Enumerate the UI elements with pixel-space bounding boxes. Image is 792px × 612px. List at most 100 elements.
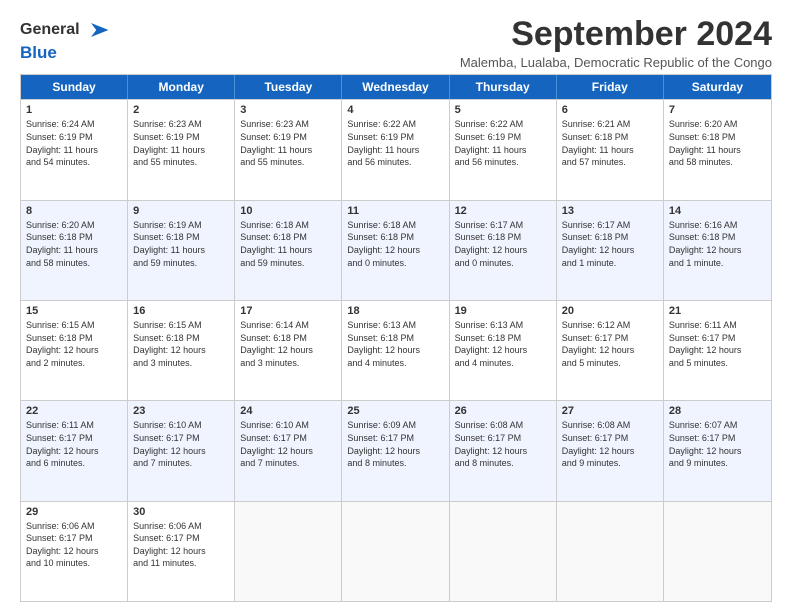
calendar-cell: 24Sunrise: 6:10 AM Sunset: 6:17 PM Dayli… [235,401,342,500]
calendar-cell: 16 Sunrise: 6:15 AM Sunset: 6:18 PM Dayli… [128,301,235,400]
cell-info: Sunrise: 6:21 AM Sunset: 6:18 PM Dayligh… [562,118,658,168]
day-number: 29 [26,506,122,518]
day-number: 20 [562,305,658,317]
calendar-cell: 8 Sunrise: 6:20 AM Sunset: 6:18 PM Daylig… [21,201,128,300]
calendar-row: 22 Sunrise: 6:11 AM Sunset: 6:17 PM Dayli… [21,400,771,500]
cell-info: Sunrise: 6:08 AM Sunset: 6:17 PM Dayligh… [562,419,658,469]
title-section: September 2024 Malemba, Lualaba, Democra… [460,16,772,70]
day-number: 25 [347,405,443,417]
calendar-cell: 19Sunrise: 6:13 AM Sunset: 6:18 PM Dayli… [450,301,557,400]
cell-info: Sunrise: 6:14 AM Sunset: 6:18 PM Dayligh… [240,319,336,369]
cell-info: Sunrise: 6:19 AM Sunset: 6:18 PM Dayligh… [133,219,229,269]
day-number: 15 [26,305,122,317]
cell-info: Sunrise: 6:20 AM Sunset: 6:18 PM Dayligh… [26,219,122,269]
calendar-cell: 6 Sunrise: 6:21 AM Sunset: 6:18 PM Daylig… [557,100,664,199]
day-number: 10 [240,205,336,217]
day-number: 14 [669,205,766,217]
cell-info: Sunrise: 6:17 AM Sunset: 6:18 PM Dayligh… [562,219,658,269]
cell-info: Sunrise: 6:23 AM Sunset: 6:19 PM Dayligh… [133,118,229,168]
subtitle: Malemba, Lualaba, Democratic Republic of… [460,55,772,70]
calendar-cell: 15 Sunrise: 6:15 AM Sunset: 6:18 PM Dayli… [21,301,128,400]
day-number: 7 [669,104,766,116]
calendar-cell: 23Sunrise: 6:10 AM Sunset: 6:17 PM Dayli… [128,401,235,500]
day-number: 3 [240,104,336,116]
calendar-cell: 12 Sunrise: 6:17 AM Sunset: 6:18 PM Dayli… [450,201,557,300]
calendar-cell: 5Sunrise: 6:22 AM Sunset: 6:19 PM Daylig… [450,100,557,199]
cell-info: Sunrise: 6:18 AM Sunset: 6:18 PM Dayligh… [240,219,336,269]
page: General Blue September 2024 Malemba, Lua… [0,0,792,612]
day-number: 17 [240,305,336,317]
day-number: 6 [562,104,658,116]
calendar-cell: 21 Sunrise: 6:11 AM Sunset: 6:17 PM Dayli… [664,301,771,400]
calendar-cell: 1Sunrise: 6:24 AM Sunset: 6:19 PM Daylig… [21,100,128,199]
calendar-cell: 11Sunrise: 6:18 AM Sunset: 6:18 PM Dayli… [342,201,449,300]
logo-text-general: General [20,21,80,39]
day-number: 22 [26,405,122,417]
cell-info: Sunrise: 6:09 AM Sunset: 6:17 PM Dayligh… [347,419,443,469]
cell-info: Sunrise: 6:22 AM Sunset: 6:19 PM Dayligh… [347,118,443,168]
calendar-cell [450,502,557,601]
cell-info: Sunrise: 6:17 AM Sunset: 6:18 PM Dayligh… [455,219,551,269]
header: General Blue September 2024 Malemba, Lua… [20,16,772,70]
calendar-cell: 2 Sunrise: 6:23 AM Sunset: 6:19 PM Daylig… [128,100,235,199]
month-title: September 2024 [460,16,772,53]
calendar-row: 29 Sunrise: 6:06 AM Sunset: 6:17 PM Dayli… [21,501,771,601]
day-number: 19 [455,305,551,317]
cell-info: Sunrise: 6:10 AM Sunset: 6:17 PM Dayligh… [240,419,336,469]
calendar-cell: 25 Sunrise: 6:09 AM Sunset: 6:17 PM Dayli… [342,401,449,500]
header-thursday: Thursday [450,75,557,99]
day-number: 28 [669,405,766,417]
calendar-cell: 28 Sunrise: 6:07 AM Sunset: 6:17 PM Dayli… [664,401,771,500]
cell-info: Sunrise: 6:24 AM Sunset: 6:19 PM Dayligh… [26,118,122,168]
calendar-cell: 14 Sunrise: 6:16 AM Sunset: 6:18 PM Dayli… [664,201,771,300]
calendar: Sunday Monday Tuesday Wednesday Thursday… [20,74,772,602]
day-number: 30 [133,506,229,518]
calendar-row: 8 Sunrise: 6:20 AM Sunset: 6:18 PM Daylig… [21,200,771,300]
calendar-header: Sunday Monday Tuesday Wednesday Thursday… [21,75,771,99]
day-number: 21 [669,305,766,317]
day-number: 26 [455,405,551,417]
calendar-cell: 20 Sunrise: 6:12 AM Sunset: 6:17 PM Dayli… [557,301,664,400]
calendar-row: 15 Sunrise: 6:15 AM Sunset: 6:18 PM Dayli… [21,300,771,400]
calendar-row: 1Sunrise: 6:24 AM Sunset: 6:19 PM Daylig… [21,99,771,199]
day-number: 8 [26,205,122,217]
cell-info: Sunrise: 6:16 AM Sunset: 6:18 PM Dayligh… [669,219,766,269]
cell-info: Sunrise: 6:23 AM Sunset: 6:19 PM Dayligh… [240,118,336,168]
calendar-cell: 26 Sunrise: 6:08 AM Sunset: 6:17 PM Dayli… [450,401,557,500]
cell-info: Sunrise: 6:18 AM Sunset: 6:18 PM Dayligh… [347,219,443,269]
day-number: 27 [562,405,658,417]
cell-info: Sunrise: 6:12 AM Sunset: 6:17 PM Dayligh… [562,319,658,369]
calendar-cell: 3 Sunrise: 6:23 AM Sunset: 6:19 PM Daylig… [235,100,342,199]
cell-info: Sunrise: 6:15 AM Sunset: 6:18 PM Dayligh… [26,319,122,369]
calendar-cell: 30 Sunrise: 6:06 AM Sunset: 6:17 PM Dayli… [128,502,235,601]
calendar-cell: 7 Sunrise: 6:20 AM Sunset: 6:18 PM Daylig… [664,100,771,199]
cell-info: Sunrise: 6:06 AM Sunset: 6:17 PM Dayligh… [133,520,229,570]
cell-info: Sunrise: 6:07 AM Sunset: 6:17 PM Dayligh… [669,419,766,469]
header-saturday: Saturday [664,75,771,99]
logo: General Blue [20,16,112,63]
logo-text-blue: Blue [20,44,57,63]
cell-info: Sunrise: 6:20 AM Sunset: 6:18 PM Dayligh… [669,118,766,168]
calendar-cell [557,502,664,601]
header-friday: Friday [557,75,664,99]
header-wednesday: Wednesday [342,75,449,99]
day-number: 23 [133,405,229,417]
cell-info: Sunrise: 6:06 AM Sunset: 6:17 PM Dayligh… [26,520,122,570]
day-number: 4 [347,104,443,116]
cell-info: Sunrise: 6:08 AM Sunset: 6:17 PM Dayligh… [455,419,551,469]
cell-info: Sunrise: 6:11 AM Sunset: 6:17 PM Dayligh… [669,319,766,369]
calendar-body: 1Sunrise: 6:24 AM Sunset: 6:19 PM Daylig… [21,99,771,601]
calendar-cell [664,502,771,601]
calendar-cell: 17 Sunrise: 6:14 AM Sunset: 6:18 PM Dayli… [235,301,342,400]
day-number: 2 [133,104,229,116]
header-sunday: Sunday [21,75,128,99]
day-number: 12 [455,205,551,217]
cell-info: Sunrise: 6:11 AM Sunset: 6:17 PM Dayligh… [26,419,122,469]
day-number: 9 [133,205,229,217]
cell-info: Sunrise: 6:15 AM Sunset: 6:18 PM Dayligh… [133,319,229,369]
calendar-cell: 10 Sunrise: 6:18 AM Sunset: 6:18 PM Dayli… [235,201,342,300]
day-number: 13 [562,205,658,217]
calendar-cell: 27 Sunrise: 6:08 AM Sunset: 6:17 PM Dayli… [557,401,664,500]
calendar-cell: 29 Sunrise: 6:06 AM Sunset: 6:17 PM Dayli… [21,502,128,601]
day-number: 16 [133,305,229,317]
